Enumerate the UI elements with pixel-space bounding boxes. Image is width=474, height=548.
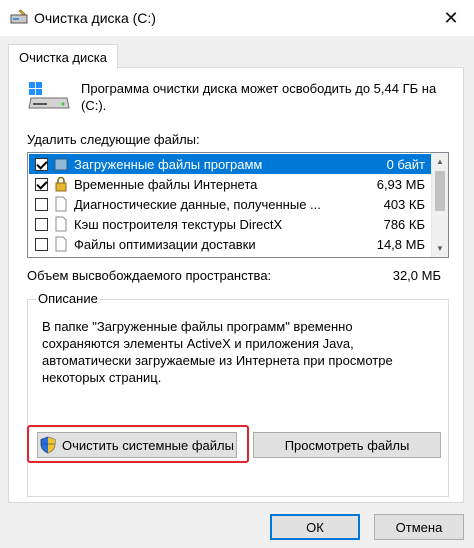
- close-button[interactable]: ✕: [428, 0, 474, 36]
- file-size: 786 КБ: [383, 216, 425, 232]
- checkbox[interactable]: [35, 177, 48, 191]
- file-list[interactable]: Загруженные файлы программ 0 байт Времен…: [27, 152, 449, 258]
- space-value: 32,0 МБ: [392, 268, 441, 283]
- file-name: Кэш построителя текстуры DirectX: [74, 216, 283, 232]
- tab-label: Очистка диска: [19, 49, 107, 65]
- vertical-scrollbar[interactable]: ▲ ▼: [431, 153, 448, 257]
- list-item[interactable]: Временные файлы Интернета 6,93 МБ: [29, 174, 431, 194]
- view-files-button[interactable]: Просмотреть файлы: [253, 432, 441, 458]
- ok-label: ОК: [306, 519, 324, 535]
- drive-icon: [28, 82, 70, 109]
- window-title: Очистка диска (C:): [34, 10, 156, 26]
- file-name: Загруженные файлы программ: [74, 156, 263, 172]
- highlight-frame: [27, 425, 249, 463]
- checkbox[interactable]: [35, 217, 48, 231]
- folder-icon: [54, 158, 68, 171]
- close-icon: ✕: [443, 7, 459, 28]
- file-size: 6,93 МБ: [376, 176, 425, 192]
- files-label: Удалить следующие файлы:: [27, 132, 200, 147]
- space-label: Объем высвобождаемого пространства:: [27, 268, 272, 283]
- list-item[interactable]: Диагностические данные, полученные ... 4…: [29, 194, 431, 214]
- view-files-label: Просмотреть файлы: [284, 437, 410, 453]
- file-size: 14,8 МБ: [376, 236, 425, 252]
- title-bar: Очистка диска (C:) ✕: [0, 0, 474, 36]
- checkbox[interactable]: [35, 237, 48, 251]
- checkbox[interactable]: [35, 157, 48, 171]
- file-name: Диагностические данные, полученные ...: [74, 196, 321, 212]
- list-item[interactable]: Файлы оптимизации доставки 14,8 МБ: [29, 234, 431, 254]
- description-group: Описание В папке "Загруженные файлы прог…: [27, 291, 449, 497]
- cancel-button[interactable]: Отмена: [374, 514, 464, 540]
- file-size: 0 байт: [386, 156, 425, 172]
- checkbox[interactable]: [35, 197, 48, 211]
- scroll-up-icon[interactable]: ▲: [432, 153, 448, 170]
- scroll-thumb[interactable]: [435, 171, 445, 211]
- cancel-label: Отмена: [395, 519, 443, 535]
- scroll-down-icon[interactable]: ▼: [432, 240, 448, 257]
- file-name: Файлы оптимизации доставки: [74, 236, 256, 252]
- lock-icon: [55, 176, 67, 192]
- document-icon: [55, 236, 67, 252]
- file-size: 403 КБ: [383, 196, 425, 212]
- file-name: Временные файлы Интернета: [74, 176, 258, 192]
- info-text: Программа очистки диска может освободить…: [81, 81, 437, 113]
- description-legend: Описание: [36, 291, 100, 306]
- disk-cleanup-icon: [10, 9, 28, 24]
- document-icon: [55, 216, 67, 232]
- description-text: В папке "Загруженные файлы программ" вре…: [42, 319, 393, 385]
- ok-button[interactable]: ОК: [270, 514, 360, 540]
- list-item[interactable]: Кэш построителя текстуры DirectX 786 КБ: [29, 214, 431, 234]
- document-icon: [55, 196, 67, 212]
- tab-disk-cleanup[interactable]: Очистка диска: [8, 44, 118, 69]
- list-item[interactable]: Загруженные файлы программ 0 байт: [29, 154, 431, 174]
